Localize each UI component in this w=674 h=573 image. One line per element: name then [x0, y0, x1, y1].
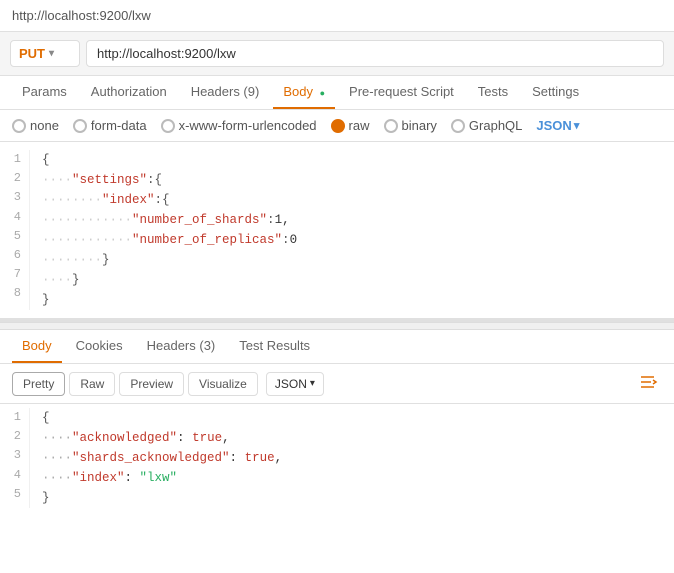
- option-raw[interactable]: raw: [331, 118, 370, 133]
- radio-form-data: [73, 119, 87, 133]
- format-raw[interactable]: Raw: [69, 372, 115, 396]
- request-body-editor[interactable]: 1 2 3 4 5 6 7 8 { ····"settings":{ ·····…: [0, 142, 674, 322]
- resp-tab-body[interactable]: Body: [12, 330, 62, 363]
- request-tabs: Params Authorization Headers (9) Body ● …: [0, 76, 674, 110]
- resp-tab-test-results[interactable]: Test Results: [229, 330, 320, 363]
- radio-urlencoded: [161, 119, 175, 133]
- radio-binary: [384, 119, 398, 133]
- body-options-bar: none form-data x-www-form-urlencoded raw…: [0, 110, 674, 142]
- wrap-icon[interactable]: [636, 370, 662, 397]
- option-binary[interactable]: binary: [384, 118, 437, 133]
- panel-divider: [0, 322, 674, 330]
- format-pretty[interactable]: Pretty: [12, 372, 65, 396]
- title-url: http://localhost:9200/lxw: [12, 8, 151, 23]
- response-code-content: { ····"acknowledged": true, ····"shards_…: [30, 408, 674, 508]
- resp-tab-headers[interactable]: Headers (3): [137, 330, 226, 363]
- chevron-down-icon: ▾: [574, 119, 580, 132]
- tab-params[interactable]: Params: [12, 76, 77, 109]
- tab-body[interactable]: Body ●: [273, 76, 335, 109]
- response-body: 1 2 3 4 5 { ····"acknowledged": true, ··…: [0, 404, 674, 512]
- radio-raw: [331, 119, 345, 133]
- chevron-down-icon: ▾: [310, 378, 315, 389]
- chevron-down-icon: ▾: [49, 48, 54, 59]
- response-format-bar: Pretty Raw Preview Visualize JSON ▾: [0, 364, 674, 404]
- method-dropdown[interactable]: PUT ▾: [10, 40, 80, 67]
- option-graphql[interactable]: GraphQL: [451, 118, 522, 133]
- radio-graphql: [451, 119, 465, 133]
- resp-tab-cookies[interactable]: Cookies: [66, 330, 133, 363]
- code-content: { ····"settings":{ ········"index":{ ···…: [30, 150, 674, 310]
- response-code-view: 1 2 3 4 5 { ····"acknowledged": true, ··…: [0, 408, 674, 508]
- method-label: PUT: [19, 46, 45, 61]
- json-type-selector[interactable]: JSON ▾: [536, 118, 579, 133]
- format-preview[interactable]: Preview: [119, 372, 184, 396]
- tab-headers[interactable]: Headers (9): [181, 76, 270, 109]
- response-tabs: Body Cookies Headers (3) Test Results: [0, 330, 674, 364]
- tab-prerequest[interactable]: Pre-request Script: [339, 76, 464, 109]
- option-none[interactable]: none: [12, 118, 59, 133]
- option-form-data[interactable]: form-data: [73, 118, 147, 133]
- tab-authorization[interactable]: Authorization: [81, 76, 177, 109]
- response-json-selector[interactable]: JSON ▾: [266, 372, 324, 396]
- tab-settings[interactable]: Settings: [522, 76, 589, 109]
- tab-tests[interactable]: Tests: [468, 76, 518, 109]
- option-urlencoded[interactable]: x-www-form-urlencoded: [161, 118, 317, 133]
- response-line-numbers: 1 2 3 4 5: [0, 408, 30, 508]
- url-input[interactable]: [86, 40, 664, 67]
- format-visualize[interactable]: Visualize: [188, 372, 258, 396]
- response-section: Body Cookies Headers (3) Test Results Pr…: [0, 330, 674, 512]
- body-dot: ●: [320, 88, 325, 98]
- radio-none: [12, 119, 26, 133]
- request-bar: PUT ▾: [0, 32, 674, 76]
- title-bar: http://localhost:9200/lxw: [0, 0, 674, 32]
- line-numbers: 1 2 3 4 5 6 7 8: [0, 150, 30, 310]
